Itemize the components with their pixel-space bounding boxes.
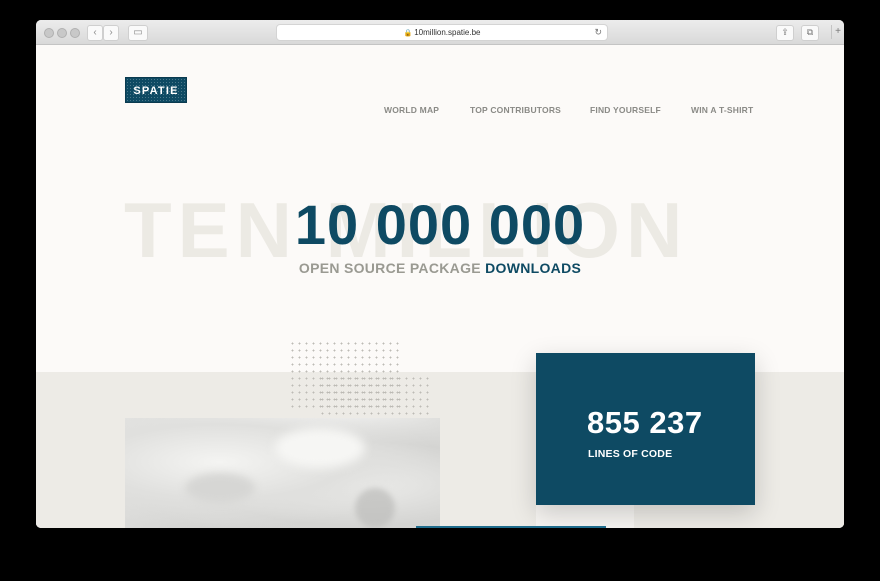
new-tab-button[interactable]: + [831, 25, 844, 39]
hero-subtitle-highlight: DOWNLOADS [485, 260, 582, 276]
decorative-dot-grid-lower [319, 375, 429, 415]
hero-subtitle: OPEN SOURCE PACKAGE DOWNLOADS [36, 260, 844, 276]
spatie-logo[interactable]: SPATIE [125, 77, 187, 103]
stat-value: 855 237 [587, 405, 703, 440]
photo-highlight [275, 428, 365, 468]
hero-subtitle-prefix: OPEN SOURCE PACKAGE [298, 260, 486, 276]
reload-icon[interactable]: ↻ [594, 25, 602, 40]
nav-world-map[interactable]: WORLD MAP [384, 105, 439, 115]
nav-find-yourself[interactable]: FIND YOURSELF [590, 105, 661, 115]
sidebar-toggle-button[interactable]: ▭ [128, 25, 148, 41]
lock-icon: 🔒 [403, 30, 413, 37]
close-window-button[interactable] [44, 28, 54, 38]
back-button[interactable]: ‹ [87, 25, 103, 41]
browser-window: ‹ › ▭ 🔒 10million.spatie.be ↻ ⇪ ⧉ + SPATI… [36, 20, 844, 528]
stat-label: LINES OF CODE [588, 448, 673, 460]
page-content: SPATIE WORLD MAP TOP CONTRIBUTORS FIND Y… [36, 45, 844, 528]
hero-number: 10 000 000 [294, 193, 586, 256]
forward-button[interactable]: › [103, 25, 119, 41]
nav-win-a-t-shirt[interactable]: WIN A T-SHIRT [691, 105, 753, 115]
zoom-window-button[interactable] [70, 28, 80, 38]
url-text: 10million.spatie.be [414, 28, 481, 37]
lines-of-code-card: 855 237 LINES OF CODE [536, 353, 755, 505]
photo-shape [185, 473, 255, 503]
share-button[interactable]: ⇪ [776, 25, 794, 41]
nav-top-contributors[interactable]: TOP CONTRIBUTORS [470, 105, 561, 115]
address-bar[interactable]: 🔒 10million.spatie.be ↻ [276, 24, 608, 41]
section-accent-line [416, 526, 606, 528]
minimize-window-button[interactable] [57, 28, 67, 38]
tabs-overview-button[interactable]: ⧉ [801, 25, 819, 41]
logo-text: SPATIE [133, 85, 179, 97]
hero-photo [125, 418, 440, 528]
photo-shadow [355, 488, 395, 528]
browser-toolbar: ‹ › ▭ 🔒 10million.spatie.be ↻ ⇪ ⧉ + [36, 20, 844, 45]
